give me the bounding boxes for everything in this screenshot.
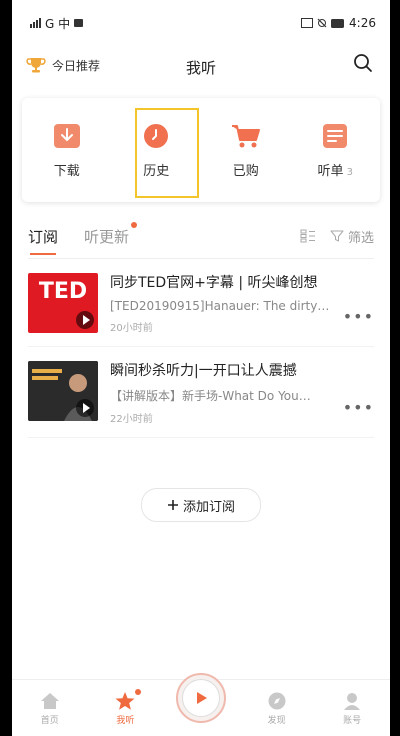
download-icon — [53, 123, 80, 148]
app-screen: G 中 4:26 今日推荐 我听 下载 历史 已购 听单 3 订阅 听更新 筛选… — [12, 0, 390, 736]
play-icon[interactable] — [76, 311, 94, 329]
nav-label: 首页 — [40, 715, 59, 726]
quick-action-playlist[interactable]: 听单 3 — [300, 122, 370, 179]
home-icon — [40, 692, 59, 709]
tab-updates[interactable]: 听更新 — [84, 221, 138, 247]
compass-icon — [268, 692, 286, 709]
more-icon[interactable]: ••• — [343, 398, 374, 417]
list-item[interactable]: TED 同步TED官网+字幕 | 听尖峰创想 [TED20190915]Hana… — [28, 259, 374, 347]
album-cover: TED — [28, 273, 98, 333]
quick-action-label: 下载 — [53, 163, 80, 179]
search-button[interactable] — [352, 52, 374, 78]
nav-listen[interactable]: 我听 — [95, 688, 155, 726]
mute-icon — [317, 18, 327, 28]
item-time: 22小时前 — [110, 414, 153, 425]
nav-discover[interactable]: 发现 — [247, 691, 307, 726]
subscription-list: TED 同步TED官网+字幕 | 听尖峰创想 [TED20190915]Hana… — [12, 259, 390, 438]
quick-action-label: 已购 — [232, 163, 259, 179]
playlist-icon — [323, 123, 348, 148]
status-left: G 中 — [30, 15, 84, 32]
status-time: 4:26 — [349, 16, 376, 30]
more-icon[interactable]: ••• — [343, 307, 374, 326]
filter-label: 筛选 — [347, 230, 374, 246]
quick-action-label: 听单 3 — [318, 160, 353, 179]
play-icon[interactable] — [76, 399, 94, 417]
list-item[interactable]: 瞬间秒杀听力|一开口让人震撼 【讲解版本】新手场-What Do You… 22… — [28, 347, 374, 438]
star-icon — [115, 691, 135, 710]
player-button[interactable] — [175, 673, 226, 723]
focus-highlight — [135, 108, 199, 198]
sim-icon — [74, 19, 84, 27]
tab-label: 听更新 — [84, 227, 130, 246]
nfc-icon — [301, 18, 314, 28]
nav-label: 发现 — [267, 715, 286, 726]
item-desc: 【讲解版本】新手场-What Do You… — [110, 389, 311, 403]
list-view-icon[interactable] — [300, 229, 316, 243]
item-desc: [TED20190915]Hanauer: The dirty… — [110, 299, 330, 313]
filter-icon — [330, 230, 344, 242]
daily-recommend-button[interactable]: 今日推荐 — [26, 56, 100, 74]
playlist-label: 听单 — [317, 163, 344, 179]
player-icon — [181, 679, 220, 717]
tab-bar: 订阅 听更新 筛选 — [12, 214, 390, 258]
item-info: 瞬间秒杀听力|一开口让人震撼 【讲解版本】新手场-What Do You… 22… — [110, 361, 374, 425]
album-cover — [28, 361, 98, 421]
daily-recommend-label: 今日推荐 — [52, 58, 101, 73]
nav-home[interactable]: 首页 — [20, 691, 80, 726]
trophy-icon — [26, 58, 46, 73]
item-info: 同步TED官网+字幕 | 听尖峰创想 [TED20190915]Hanauer:… — [110, 273, 374, 334]
signal-icon — [30, 18, 41, 28]
nav-label: 我听 — [116, 715, 135, 726]
battery-icon — [331, 18, 345, 28]
item-title: 同步TED官网+字幕 | 听尖峰创想 — [110, 275, 318, 291]
filter-button[interactable]: 筛选 — [330, 227, 374, 246]
nav-player[interactable] — [171, 673, 231, 723]
search-icon — [354, 54, 372, 72]
quick-actions-card: 下载 历史 已购 听单 3 — [22, 98, 380, 202]
top-bar: 今日推荐 — [12, 46, 390, 84]
tab-subscribed[interactable]: 订阅 — [28, 226, 59, 255]
item-time: 20小时前 — [110, 323, 153, 334]
quick-action-purchased[interactable]: 已购 — [211, 122, 281, 179]
cover-text: TED — [38, 279, 88, 304]
account-icon — [344, 692, 361, 710]
nav-label: 账号 — [343, 715, 362, 726]
status-right: 4:26 — [301, 16, 376, 30]
status-bar: G 中 4:26 — [12, 0, 390, 46]
playlist-count: 3 — [346, 166, 353, 178]
tab-tools: 筛选 — [300, 227, 374, 246]
plus-icon — [167, 500, 178, 510]
cart-icon — [231, 124, 260, 147]
add-subscription-label: 添加订阅 — [182, 499, 235, 515]
item-title: 瞬间秒杀听力|一开口让人震撼 — [110, 363, 297, 379]
update-dot — [131, 221, 138, 228]
tab-label: 订阅 — [28, 227, 59, 246]
bottom-nav: 首页 我听 发现 账号 — [12, 673, 390, 736]
quick-action-download[interactable]: 下载 — [32, 122, 102, 179]
nav-account[interactable]: 账号 — [322, 691, 382, 726]
notification-dot — [135, 688, 142, 695]
add-subscription-button[interactable]: 添加订阅 — [141, 488, 261, 522]
carrier-text: G 中 — [45, 16, 71, 31]
